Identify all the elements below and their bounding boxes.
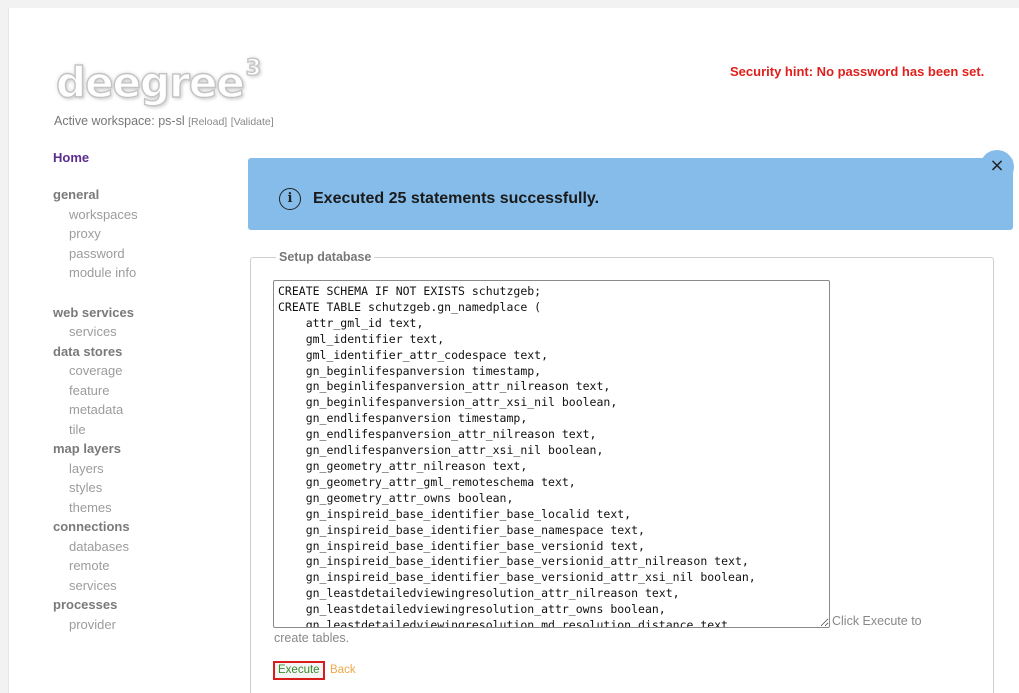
nav-item-web-services[interactable]: services [53,322,243,342]
execute-button[interactable]: Execute [273,661,325,680]
reload-link[interactable]: [Reload] [188,116,227,128]
nav-item-module-info[interactable]: module info [53,263,243,283]
nav-section-data-stores: data stores [53,343,123,359]
nav-item-password[interactable]: password [53,244,243,264]
nav-section-processes: processes [53,597,118,612]
nav-item-styles[interactable]: styles [53,478,243,498]
nav-item-themes[interactable]: themes [53,498,243,518]
nav-item-tile[interactable]: tile [53,420,243,440]
nav-section-general: general [53,187,100,202]
nav-home[interactable]: Home [53,150,243,165]
nav-item-workspaces[interactable]: workspaces [53,205,243,225]
nav-item-layers[interactable]: layers [53,459,243,479]
execute-hint-part2: create tables. [274,631,350,645]
logo-text: deegree [55,58,245,107]
info-icon: i [279,188,301,210]
validate-link[interactable]: [Validate] [231,116,274,128]
nav-section-map-layers: map layers [53,441,121,456]
nav-item-provider[interactable]: provider [53,615,243,635]
success-alert: i Executed 25 statements successfully. [248,158,1013,230]
nav-item-metadata[interactable]: metadata [53,400,243,420]
active-workspace-line: Active workspace: ps-sl [Reload] [Valida… [54,114,274,128]
nav-item-connection-services[interactable]: services [53,576,243,596]
setup-database-legend: Setup database [279,250,372,264]
deegree-logo: deegree3 [55,57,262,104]
nav-item-coverage[interactable]: coverage [53,361,243,381]
logo-sup: 3 [245,56,262,81]
execute-hint-part1: Click Execute to [832,614,922,628]
nav-section-web-services: web services [53,304,134,320]
nav-item-feature[interactable]: feature [53,381,243,401]
nav-item-proxy[interactable]: proxy [53,224,243,244]
active-workspace-label: Active workspace: ps-sl [54,114,185,128]
nav-item-remote[interactable]: remote [53,556,243,576]
sql-textarea[interactable]: CREATE SCHEMA IF NOT EXISTS schutzgeb; C… [273,280,830,628]
close-alert-button[interactable]: × [980,150,1014,184]
alert-message: Executed 25 statements successfully. [313,190,600,207]
sidebar-nav: Home general workspaces proxy password m… [53,150,243,634]
security-hint: Security hint: No password has been set. [730,64,985,79]
nav-section-connections: connections [53,519,130,534]
back-button[interactable]: Back [330,663,356,678]
nav-item-databases[interactable]: databases [53,537,243,557]
